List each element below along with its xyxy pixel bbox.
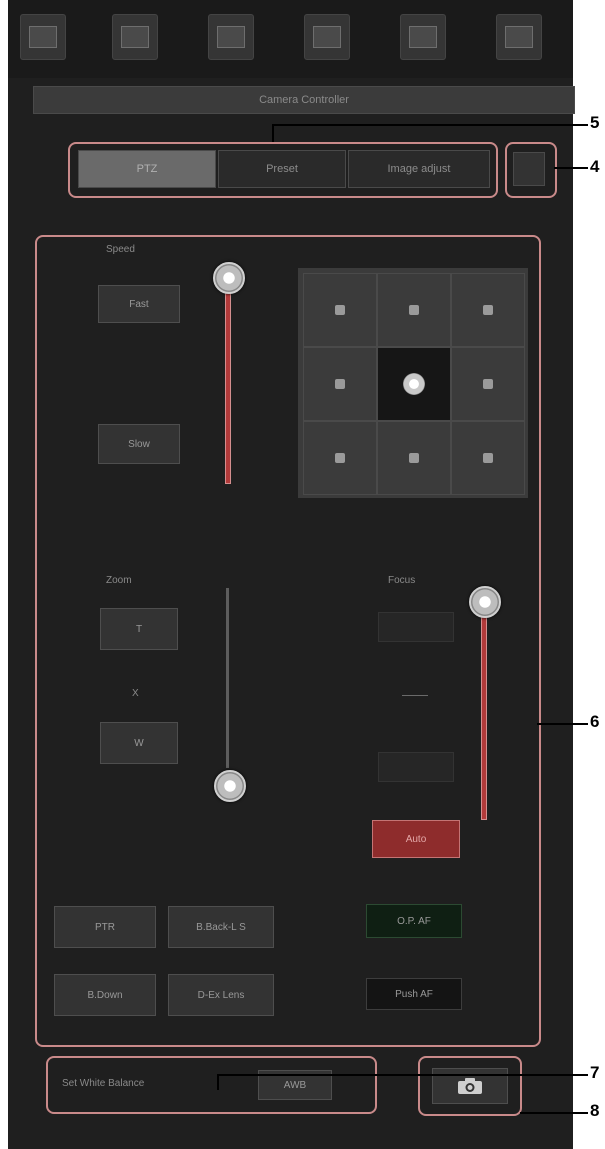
d-ex-lens-button[interactable]: D-Ex Lens: [168, 974, 274, 1016]
pan-down-button[interactable]: [377, 421, 451, 495]
callout-7-drop: [217, 1074, 219, 1090]
pan-right-button[interactable]: [451, 347, 525, 421]
callout-4: 4: [590, 157, 600, 176]
view-icon-4[interactable]: [304, 14, 350, 60]
view-icon-3[interactable]: [208, 14, 254, 60]
b-down-button[interactable]: B.Down: [54, 974, 156, 1016]
zoom-slider-track[interactable]: [226, 588, 229, 768]
tab-preset[interactable]: Preset: [218, 150, 346, 188]
pan-down-left-button[interactable]: [303, 421, 377, 495]
callout-5-drop: [272, 124, 274, 142]
ptr-button[interactable]: PTR: [54, 906, 156, 948]
tab-ptz[interactable]: PTZ: [78, 150, 216, 188]
callout-8: 8: [590, 1101, 600, 1120]
focus-auto-button[interactable]: Auto: [372, 820, 460, 858]
speed-slider-track[interactable]: [225, 290, 231, 484]
white-balance-label: Set White Balance: [62, 1078, 145, 1089]
layout-toggle-button[interactable]: [513, 152, 545, 186]
snapshot-wrapper: [418, 1056, 522, 1116]
pan-down-right-button[interactable]: [451, 421, 525, 495]
zoom-wide-button[interactable]: W: [100, 722, 178, 764]
focus-divider: [402, 695, 428, 696]
callout-5: 5: [590, 113, 600, 132]
callout-4-line: [554, 167, 588, 169]
zoom-slider-knob[interactable]: [214, 770, 246, 802]
layout-toggle: [505, 142, 557, 198]
focus-label: Focus: [388, 575, 416, 586]
push-af-button[interactable]: Push AF: [366, 978, 462, 1010]
control-tabs: PTZ Preset Image adjust: [68, 142, 498, 198]
pan-left-button[interactable]: [303, 347, 377, 421]
speed-label: Speed: [106, 244, 135, 255]
callout-7-line: [217, 1074, 588, 1076]
callout-7: 7: [590, 1063, 600, 1082]
pan-up-left-button[interactable]: [303, 273, 377, 347]
tab-image-adjust[interactable]: Image adjust: [348, 150, 490, 188]
camera-icon: [458, 1078, 482, 1094]
top-toolbar: [8, 0, 573, 78]
view-icon-1[interactable]: [20, 14, 66, 60]
speed-fast-button[interactable]: Fast: [98, 285, 180, 323]
callout-8-line: [520, 1112, 588, 1114]
back-light-button[interactable]: B.Back-L S: [168, 906, 274, 948]
pan-tilt-pad: [298, 268, 528, 498]
view-icon-2[interactable]: [112, 14, 158, 60]
view-icon-5[interactable]: [400, 14, 446, 60]
pan-home-button[interactable]: [377, 347, 451, 421]
section-header: Camera Controller: [33, 86, 575, 114]
zoom-position-label: X: [132, 688, 139, 699]
focus-slider-knob[interactable]: [469, 586, 501, 618]
zoom-label: Zoom: [106, 575, 132, 586]
focus-near-button[interactable]: [378, 612, 454, 642]
callout-5-line: [272, 124, 588, 126]
speed-slider-knob[interactable]: [213, 262, 245, 294]
pan-up-button[interactable]: [377, 273, 451, 347]
one-push-af-button[interactable]: O.P. AF: [366, 904, 462, 938]
speed-slow-button[interactable]: Slow: [98, 424, 180, 464]
pan-up-right-button[interactable]: [451, 273, 525, 347]
focus-slider-track[interactable]: [481, 612, 487, 820]
camera-panel: Camera Controller PTZ Preset Image adjus…: [8, 0, 575, 1149]
focus-far-button[interactable]: [378, 752, 454, 782]
view-icon-6[interactable]: [496, 14, 542, 60]
white-balance-box: Set White Balance AWB: [46, 1056, 377, 1114]
callout-6-line: [537, 723, 588, 725]
zoom-tele-button[interactable]: T: [100, 608, 178, 650]
callout-6: 6: [590, 712, 600, 731]
